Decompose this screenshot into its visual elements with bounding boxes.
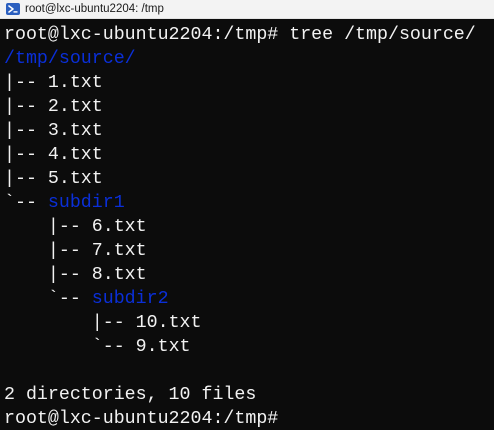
terminal-output[interactable]: root@lxc-ubuntu2204:/tmp# tree /tmp/sour…: [0, 23, 494, 430]
file-name: 5.txt: [47, 169, 103, 189]
tree-entry: `-- subdir1: [4, 191, 125, 215]
tree-branch: |--: [4, 169, 48, 189]
prompt: root@lxc-ubuntu2204:/tmp#: [4, 25, 290, 45]
tree-branch: |--: [4, 97, 48, 117]
tree-branch: |--: [4, 265, 92, 285]
final-prompt: root@lxc-ubuntu2204:/tmp#: [4, 409, 290, 429]
directory-name: subdir1: [47, 193, 125, 213]
file-name: 2.txt: [47, 97, 103, 117]
tree-summary: 2 directories, 10 files: [4, 385, 257, 405]
directory-name: subdir2: [91, 289, 169, 309]
tree-branch: |--: [4, 313, 136, 333]
command-text: tree /tmp/source/: [289, 25, 476, 45]
tree-branch: |--: [4, 217, 92, 237]
window-title: root@lxc-ubuntu2204: /tmp: [25, 3, 164, 15]
tree-entry: `-- subdir2: [4, 287, 169, 311]
title-bar[interactable]: root@lxc-ubuntu2204: /tmp: [0, 0, 494, 19]
file-name: 6.txt: [91, 217, 147, 237]
tree-entry: |-- 1.txt: [4, 71, 103, 95]
tree-entry: |-- 6.txt: [4, 215, 147, 239]
tree-entry: |-- 8.txt: [4, 263, 147, 287]
tree-branch: |--: [4, 241, 92, 261]
tree-entry: |-- 4.txt: [4, 143, 103, 167]
file-name: 3.txt: [47, 121, 103, 141]
tree-branch: |--: [4, 121, 48, 141]
file-name: 4.txt: [47, 145, 103, 165]
tree-entry: |-- 10.txt: [4, 311, 202, 335]
tree-entry: |-- 7.txt: [4, 239, 147, 263]
tree-entry: |-- 5.txt: [4, 167, 103, 191]
file-name: 9.txt: [135, 337, 191, 357]
command-line: root@lxc-ubuntu2204:/tmp# tree /tmp/sour…: [4, 23, 476, 47]
terminal-window: root@lxc-ubuntu2204: /tmp root@lxc-ubunt…: [0, 0, 494, 430]
tree-entry: |-- 3.txt: [4, 119, 103, 143]
tree-entry: |-- 2.txt: [4, 95, 103, 119]
file-name: 8.txt: [91, 265, 147, 285]
tree-root-directory: /tmp/source/: [4, 49, 136, 69]
file-name: 1.txt: [47, 73, 103, 93]
tree-entry: `-- 9.txt: [4, 335, 191, 359]
tree-branch: `--: [4, 337, 136, 357]
tree-branch: `--: [4, 193, 48, 213]
tree-branch: `--: [4, 289, 92, 309]
tree-branch: |--: [4, 73, 48, 93]
powershell-icon: [6, 2, 20, 16]
file-name: 10.txt: [135, 313, 202, 333]
file-name: 7.txt: [91, 241, 147, 261]
tree-branch: |--: [4, 145, 48, 165]
